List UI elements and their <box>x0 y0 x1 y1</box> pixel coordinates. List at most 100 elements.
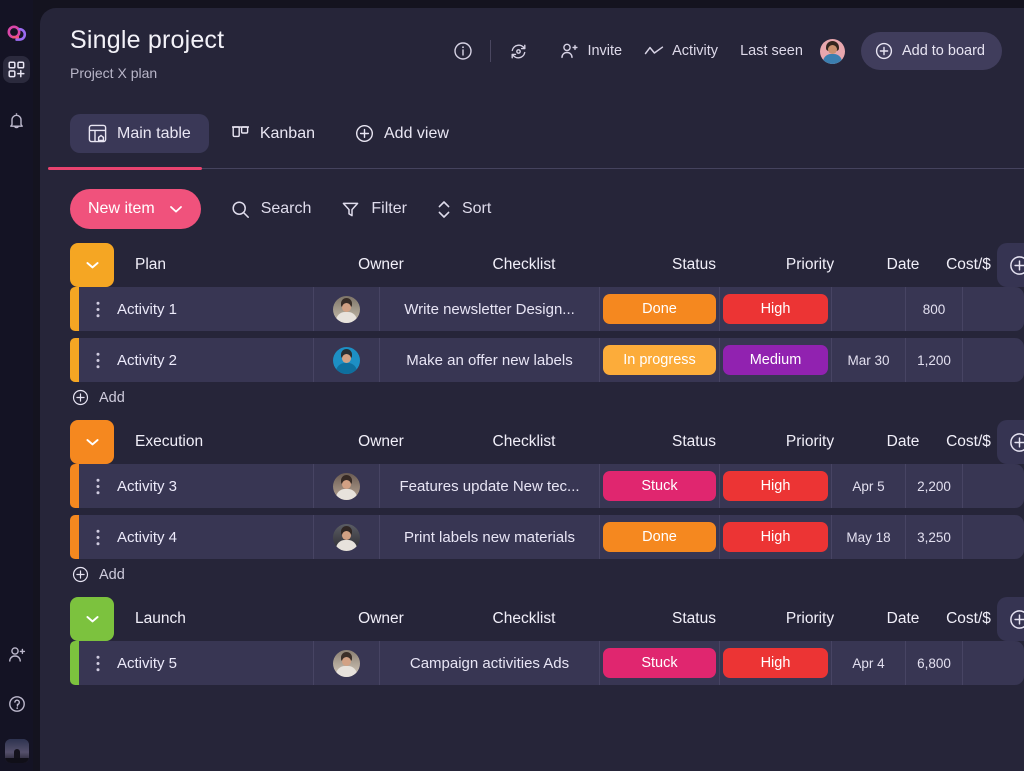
table-row[interactable]: Activity 4 Print labels new materials Do… <box>70 515 1024 559</box>
search-button[interactable]: Search <box>231 200 312 219</box>
add-to-board-button[interactable]: Add to board <box>861 32 1002 70</box>
sidebar-item-apps-grid[interactable] <box>3 56 30 83</box>
info-circle-icon[interactable] <box>444 41 482 61</box>
column-header-status[interactable]: Status <box>634 610 754 628</box>
avatar[interactable] <box>5 739 29 763</box>
last-seen-avatar[interactable] <box>820 39 845 64</box>
row-date-cell[interactable]: May 18 <box>831 515 905 559</box>
row-date-cell[interactable]: Apr 4 <box>831 641 905 685</box>
row-priority-cell[interactable]: Medium <box>719 338 831 382</box>
column-header-priority[interactable]: Priority <box>754 433 866 451</box>
priority-badge[interactable]: High <box>723 648 828 678</box>
row-date-cell[interactable]: Apr 5 <box>831 464 905 508</box>
row-cost-cell[interactable]: 3,250 <box>905 515 962 559</box>
row-cost-cell[interactable]: 2,200 <box>905 464 962 508</box>
row-status-cell[interactable]: Done <box>599 515 719 559</box>
row-name[interactable]: Activity 1 <box>117 287 313 331</box>
row-menu-button[interactable] <box>79 641 117 685</box>
priority-badge[interactable]: Medium <box>723 345 828 375</box>
row-menu-button[interactable] <box>79 338 117 382</box>
tab-main-table[interactable]: Main table <box>70 114 209 153</box>
priority-badge[interactable]: High <box>723 471 828 501</box>
row-priority-cell[interactable]: High <box>719 641 831 685</box>
row-priority-cell[interactable]: High <box>719 464 831 508</box>
new-item-button[interactable]: New item <box>70 189 201 229</box>
group-title[interactable]: Execution <box>114 433 348 451</box>
table-row[interactable]: Activity 5 Campaign activities Ads Stuck… <box>70 641 1024 685</box>
avatar[interactable] <box>333 296 360 323</box>
row-checklist-cell[interactable]: Campaign activities Ads <box>379 641 599 685</box>
column-header-date[interactable]: Date <box>866 256 940 274</box>
avatar[interactable] <box>333 473 360 500</box>
add-column-button[interactable] <box>997 420 1024 464</box>
row-date-cell[interactable] <box>831 287 905 331</box>
row-name[interactable]: Activity 5 <box>117 641 313 685</box>
invite-button[interactable]: Invite <box>560 42 622 60</box>
priority-badge[interactable]: High <box>723 522 828 552</box>
column-header-date[interactable]: Date <box>866 433 940 451</box>
status-badge[interactable]: Done <box>603 522 716 552</box>
column-header-date[interactable]: Date <box>866 610 940 628</box>
priority-badge[interactable]: High <box>723 294 828 324</box>
table-row[interactable]: Activity 2 Make an offer new labels In p… <box>70 338 1024 382</box>
avatar[interactable] <box>333 347 360 374</box>
row-name[interactable]: Activity 3 <box>117 464 313 508</box>
sidebar-item-help[interactable] <box>3 690 30 717</box>
column-header-priority[interactable]: Priority <box>754 610 866 628</box>
activity-button[interactable]: Activity <box>644 43 718 59</box>
column-header-cost[interactable]: Cost/$ <box>940 256 997 274</box>
column-header-owner[interactable]: Owner <box>348 610 414 628</box>
group-collapse-toggle[interactable] <box>70 243 114 287</box>
monday-logo-icon[interactable] <box>6 24 28 46</box>
row-checklist-cell[interactable]: Write newsletter Design... <box>379 287 599 331</box>
sidebar-item-invite-member[interactable] <box>3 641 30 668</box>
tab-add-view[interactable]: Add view <box>337 114 467 153</box>
status-badge[interactable]: Stuck <box>603 648 716 678</box>
row-owner-cell[interactable] <box>313 338 379 382</box>
row-date-cell[interactable]: Mar 30 <box>831 338 905 382</box>
add-item-button[interactable]: Add <box>72 566 1024 583</box>
row-priority-cell[interactable]: High <box>719 515 831 559</box>
row-checklist-cell[interactable]: Print labels new materials <box>379 515 599 559</box>
table-row[interactable]: Activity 1 Write newsletter Design... Do… <box>70 287 1024 331</box>
add-item-button[interactable]: Add <box>72 389 1024 406</box>
avatar[interactable] <box>333 524 360 551</box>
refresh-clock-icon[interactable] <box>499 41 538 62</box>
tab-kanban[interactable]: Kanban <box>213 114 333 153</box>
filter-button[interactable]: Filter <box>341 200 407 219</box>
row-name[interactable]: Activity 2 <box>117 338 313 382</box>
column-header-owner[interactable]: Owner <box>348 256 414 274</box>
column-header-cost[interactable]: Cost/$ <box>940 610 997 628</box>
column-header-cost[interactable]: Cost/$ <box>940 433 997 451</box>
column-header-checklist[interactable]: Checklist <box>414 256 634 274</box>
row-priority-cell[interactable]: High <box>719 287 831 331</box>
chevron-down-icon[interactable] <box>169 204 183 214</box>
column-header-owner[interactable]: Owner <box>348 433 414 451</box>
row-checklist-cell[interactable]: Features update New tec... <box>379 464 599 508</box>
group-title[interactable]: Plan <box>114 256 348 274</box>
row-status-cell[interactable]: In progress <box>599 338 719 382</box>
last-seen[interactable]: Last seen <box>740 39 845 64</box>
row-cost-cell[interactable]: 800 <box>905 287 962 331</box>
status-badge[interactable]: In progress <box>603 345 716 375</box>
status-badge[interactable]: Done <box>603 294 716 324</box>
group-collapse-toggle[interactable] <box>70 420 114 464</box>
column-header-checklist[interactable]: Checklist <box>414 433 634 451</box>
column-header-priority[interactable]: Priority <box>754 256 866 274</box>
table-row[interactable]: Activity 3 Features update New tec... St… <box>70 464 1024 508</box>
column-header-status[interactable]: Status <box>634 433 754 451</box>
status-badge[interactable]: Stuck <box>603 471 716 501</box>
row-owner-cell[interactable] <box>313 641 379 685</box>
row-name[interactable]: Activity 4 <box>117 515 313 559</box>
row-cost-cell[interactable]: 1,200 <box>905 338 962 382</box>
row-menu-button[interactable] <box>79 464 117 508</box>
row-status-cell[interactable]: Stuck <box>599 641 719 685</box>
row-owner-cell[interactable] <box>313 464 379 508</box>
sidebar-item-notifications[interactable] <box>3 107 30 134</box>
row-checklist-cell[interactable]: Make an offer new labels <box>379 338 599 382</box>
column-header-checklist[interactable]: Checklist <box>414 610 634 628</box>
add-column-button[interactable] <box>997 597 1024 641</box>
group-collapse-toggle[interactable] <box>70 597 114 641</box>
row-status-cell[interactable]: Done <box>599 287 719 331</box>
add-column-button[interactable] <box>997 243 1024 287</box>
